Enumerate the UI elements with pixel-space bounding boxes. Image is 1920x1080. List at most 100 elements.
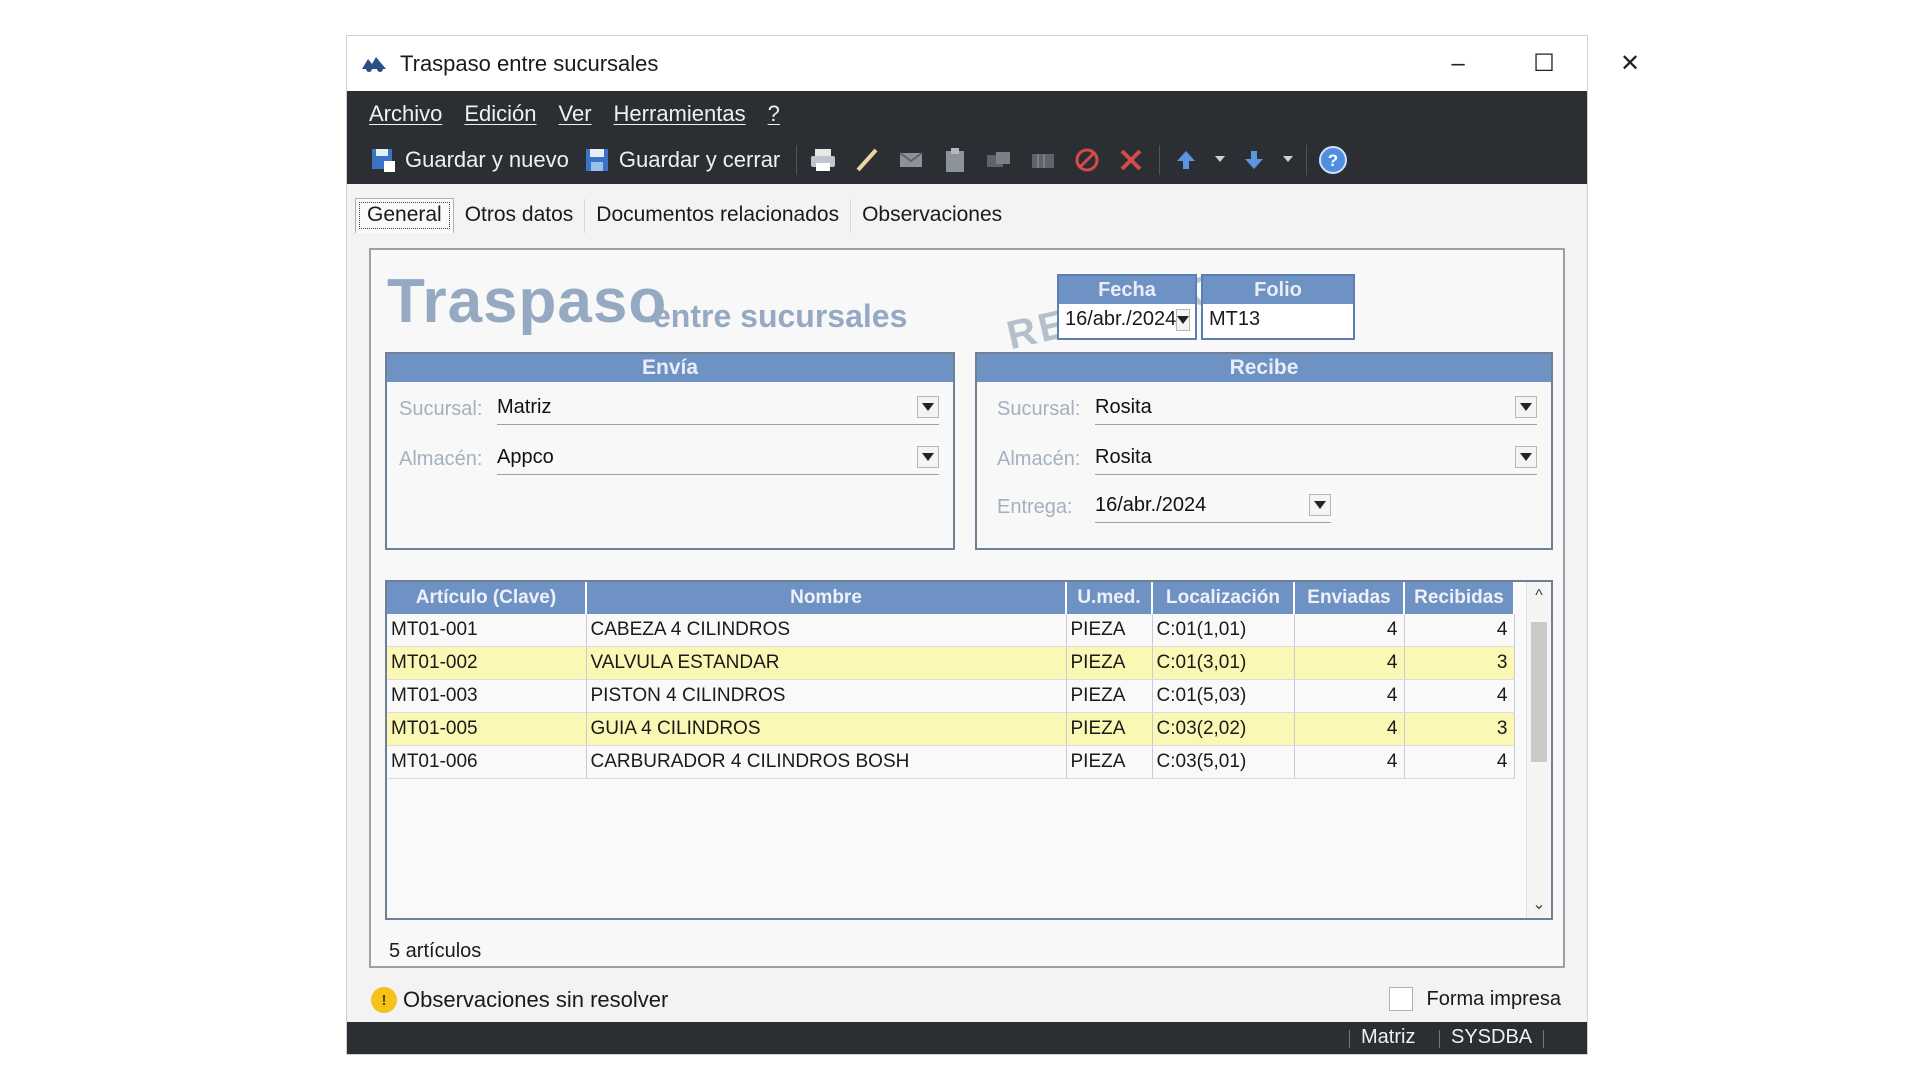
chevron-down-icon[interactable] [917, 396, 939, 418]
tab-observaciones[interactable]: Observaciones [851, 199, 1013, 233]
scroll-down-icon[interactable]: ⌄ [1527, 892, 1551, 916]
cell-localizacion: C:03(2,02) [1152, 712, 1295, 746]
scroll-up-icon[interactable]: ^ [1527, 584, 1551, 608]
column-header-localizacion[interactable]: Localización [1152, 582, 1295, 614]
chevron-down-icon[interactable] [1280, 142, 1296, 178]
disabled-icon[interactable] [981, 142, 1017, 178]
app-logo-icon [362, 56, 386, 72]
cell-enviadas: 4 [1294, 679, 1405, 713]
general-panel: Traspaso entre sucursales RECIBIDO Fecha… [369, 248, 1565, 968]
items-grid: Artículo (Clave) Nombre U.med. Localizac… [385, 580, 1553, 920]
chevron-down-icon[interactable] [917, 446, 939, 468]
sender-warehouse-row: Almacén: [399, 448, 482, 471]
column-header-nombre[interactable]: Nombre [586, 582, 1067, 614]
receiver-warehouse-row: Almacén: [997, 448, 1080, 471]
cell-localizacion: C:01(1,01) [1152, 614, 1295, 647]
folio-field[interactable]: MT13 [1203, 304, 1353, 335]
cell-enviadas: 4 [1294, 712, 1405, 746]
receiver-warehouse-label: Almacén: [997, 448, 1081, 470]
chevron-down-icon[interactable] [1515, 396, 1537, 418]
folio-box: Folio MT13 [1201, 274, 1355, 340]
cell-recibidas: 4 [1404, 679, 1515, 713]
status-user: SYSDBA [1451, 1026, 1533, 1048]
maximize-icon[interactable]: ☐ [1501, 36, 1587, 91]
chevron-down-icon[interactable] [1212, 142, 1228, 178]
sender-warehouse-select[interactable]: Appco [497, 440, 939, 475]
receiver-branch-select[interactable]: Rosita [1095, 390, 1537, 425]
receiver-branch-label: Sucursal: [997, 398, 1081, 420]
svg-text:?: ? [1328, 151, 1338, 170]
item-count: 5 artículos [389, 940, 482, 962]
cancel-icon[interactable] [1069, 142, 1105, 178]
cell-umed: PIEZA [1066, 646, 1153, 680]
menu-archivo[interactable]: Archivo [369, 101, 442, 127]
vertical-scrollbar[interactable]: ^ ⌄ [1526, 582, 1551, 918]
clipboard-icon[interactable] [937, 142, 973, 178]
close-icon[interactable]: ✕ [1587, 36, 1673, 91]
scrollbar-thumb[interactable] [1531, 622, 1547, 762]
toolbar-separator [796, 145, 798, 175]
menu-edicion[interactable]: Edición [464, 101, 536, 127]
save-new-icon [372, 149, 395, 172]
status-separator [1439, 1030, 1440, 1048]
table-row[interactable]: MT01-002 VALVULA ESTANDAR PIEZA C:01(3,0… [387, 646, 1515, 680]
save-and-new-label: Guardar y nuevo [405, 147, 569, 172]
cell-localizacion: C:01(5,03) [1152, 679, 1295, 713]
save-and-new-button[interactable]: Guardar y nuevo [369, 146, 569, 174]
column-header-recibidas[interactable]: Recibidas [1404, 582, 1515, 614]
menu-help[interactable]: ? [768, 101, 780, 127]
cell-umed: PIEZA [1066, 712, 1153, 746]
print-icon[interactable] [805, 142, 841, 178]
folio-caption: Folio [1203, 276, 1353, 304]
edit-icon[interactable] [849, 142, 885, 178]
column-header-enviadas[interactable]: Enviadas [1294, 582, 1405, 614]
chevron-down-icon[interactable] [1176, 308, 1191, 331]
delete-icon[interactable] [1113, 142, 1149, 178]
cell-enviadas: 4 [1294, 745, 1405, 779]
sender-branch-label: Sucursal: [399, 398, 483, 420]
delivery-date-picker[interactable]: 16/abr./2024 [1095, 488, 1331, 523]
mail-icon[interactable] [893, 142, 929, 178]
chevron-down-icon[interactable] [1309, 494, 1331, 516]
save-icon [585, 149, 608, 171]
status-branch: Matriz [1361, 1026, 1416, 1048]
table-row[interactable]: MT01-003 PISTON 4 CILINDROS PIEZA C:01(5… [387, 679, 1515, 713]
tab-general[interactable]: General [355, 198, 454, 233]
warning-icon: ! [371, 987, 397, 1013]
cell-recibidas: 4 [1404, 745, 1515, 779]
checkbox-icon[interactable] [1388, 987, 1413, 1011]
column-header-clave[interactable]: Artículo (Clave) [387, 582, 587, 614]
chevron-down-icon[interactable] [1515, 446, 1537, 468]
tab-documentos-relacionados[interactable]: Documentos relacionados [585, 199, 852, 233]
menu-ver[interactable]: Ver [559, 101, 592, 127]
table-row[interactable]: MT01-001 CABEZA 4 CILINDROS PIEZA C:01(1… [387, 614, 1515, 647]
sender-branch-select[interactable]: Matriz [497, 390, 939, 425]
minimize-icon[interactable]: – [1415, 36, 1501, 91]
status-separator [1349, 1030, 1350, 1048]
tab-strip: General Otros datos Documentos relaciona… [355, 198, 1013, 233]
cell-nombre: PISTON 4 CILINDROS [586, 679, 1067, 713]
disabled-icon[interactable] [1025, 142, 1061, 178]
cell-recibidas: 3 [1404, 646, 1515, 680]
table-row[interactable]: MT01-006 CARBURADOR 4 CILINDROS BOSH PIE… [387, 745, 1515, 779]
printed-form-checkbox[interactable]: Forma impresa [1388, 987, 1561, 1011]
unresolved-notes-link[interactable]: ! Observaciones sin resolver [371, 987, 668, 1013]
column-header-umed[interactable]: U.med. [1066, 582, 1153, 614]
tab-otros-datos[interactable]: Otros datos [454, 199, 586, 233]
receiver-warehouse-value: Rosita [1095, 445, 1152, 468]
cell-enviadas: 4 [1294, 614, 1405, 647]
help-icon[interactable]: ? [1315, 142, 1351, 178]
arrow-down-icon[interactable] [1236, 142, 1272, 178]
table-row[interactable]: MT01-005 GUIA 4 CILINDROS PIEZA C:03(2,0… [387, 712, 1515, 746]
save-and-close-button[interactable]: Guardar y cerrar [583, 146, 780, 174]
arrow-up-icon[interactable] [1168, 142, 1204, 178]
cell-clave: MT01-003 [387, 679, 587, 713]
date-field[interactable]: 16/abr./2024 [1059, 304, 1195, 335]
date-value: 16/abr./2024 [1065, 308, 1177, 330]
receiver-warehouse-select[interactable]: Rosita [1095, 440, 1537, 475]
title-bar[interactable]: Traspaso entre sucursales – ☐ ✕ [347, 36, 1640, 91]
status-separator [1543, 1030, 1544, 1048]
cell-enviadas: 4 [1294, 646, 1405, 680]
date-box: Fecha 16/abr./2024 [1057, 274, 1197, 340]
menu-herramientas[interactable]: Herramientas [614, 101, 746, 127]
